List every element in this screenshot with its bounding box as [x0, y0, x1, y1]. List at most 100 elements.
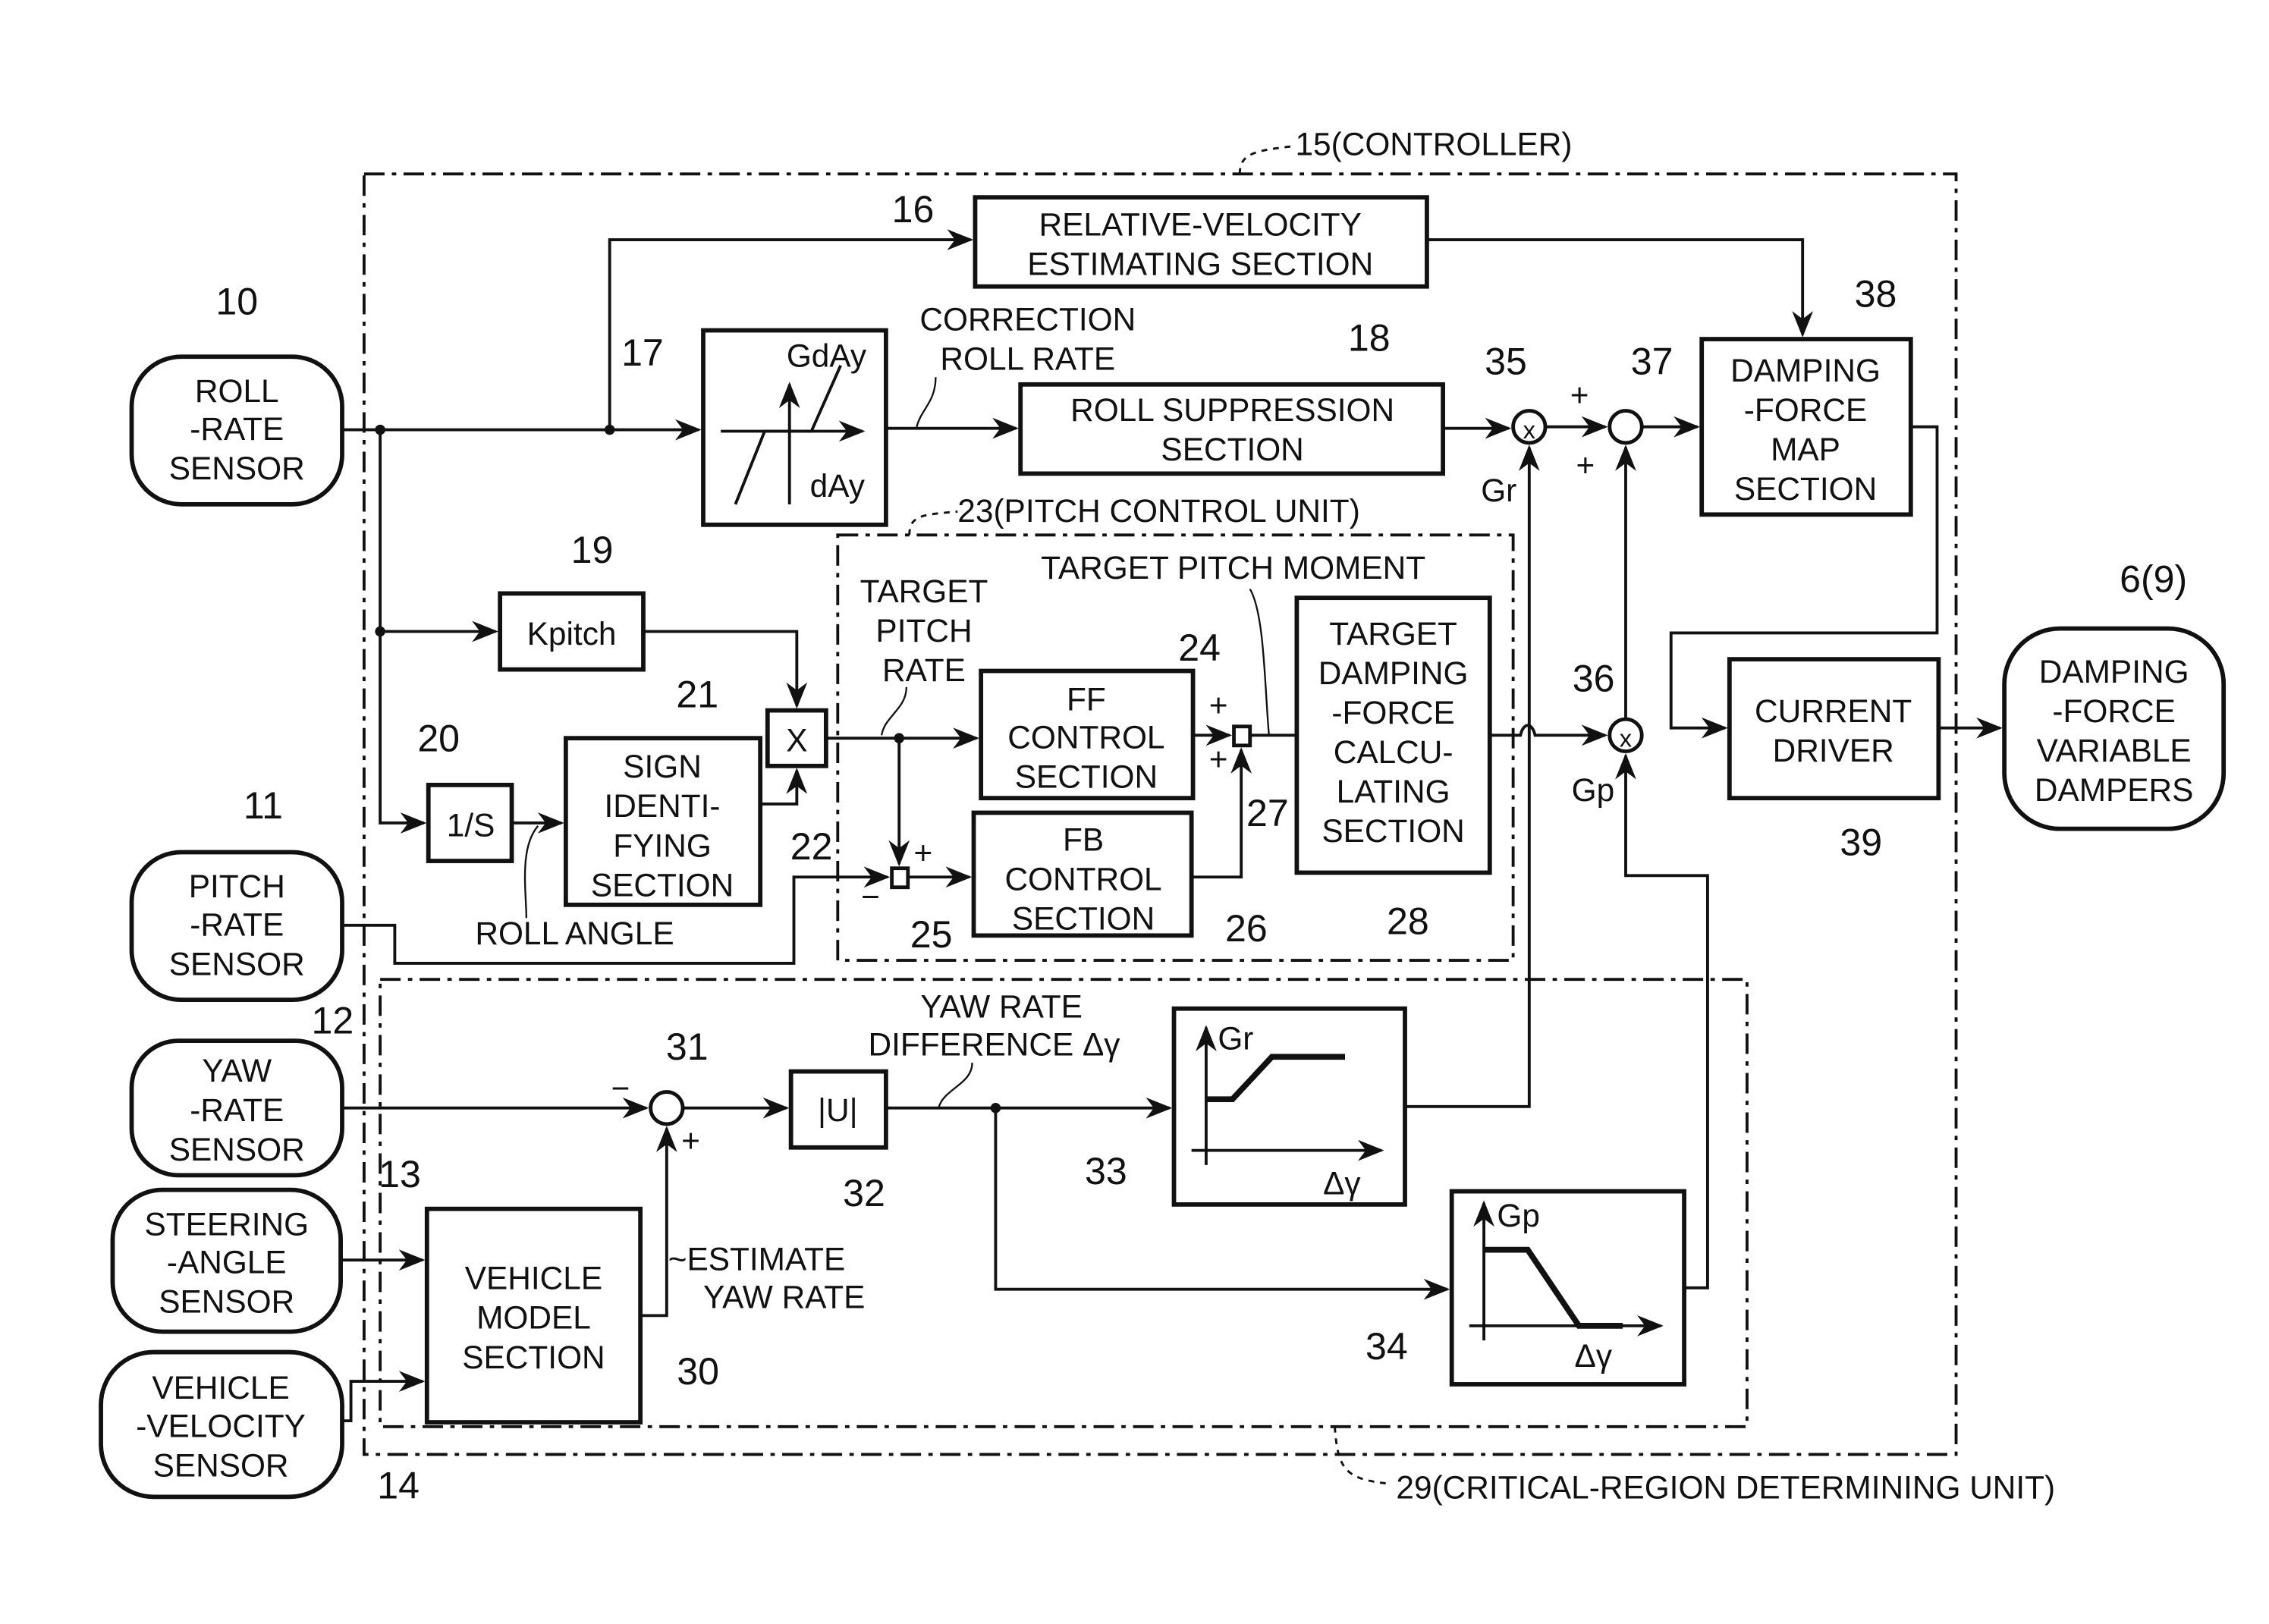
- svg-text:YAW: YAW: [202, 1053, 272, 1088]
- svg-text:SENSOR: SENSOR: [169, 1132, 305, 1167]
- svg-text:-VELOCITY: -VELOCITY: [136, 1408, 306, 1443]
- svg-text:-FORCE: -FORCE: [1331, 695, 1454, 730]
- svg-text:FYING: FYING: [613, 828, 711, 863]
- svg-text:Gr: Gr: [1481, 473, 1516, 508]
- svg-text:FF: FF: [1067, 682, 1106, 718]
- svg-text:-ANGLE: -ANGLE: [167, 1244, 287, 1280]
- svg-text:-RATE: -RATE: [190, 906, 284, 942]
- svg-text:13: 13: [379, 1153, 421, 1195]
- svg-text:SECTION: SECTION: [1012, 901, 1155, 937]
- yaw-rate-difference-label: YAW RATE: [920, 988, 1082, 1024]
- svg-text:26: 26: [1225, 907, 1268, 950]
- svg-text:Gr: Gr: [1218, 1021, 1253, 1057]
- svg-text:-RATE: -RATE: [190, 411, 284, 447]
- svg-text:Kpitch: Kpitch: [527, 616, 617, 652]
- estimate-yaw-rate-label: ~ESTIMATE: [668, 1242, 846, 1277]
- svg-text:VEHICLE: VEHICLE: [465, 1261, 602, 1296]
- svg-text:SENSOR: SENSOR: [159, 1284, 294, 1320]
- svg-text:TARGET: TARGET: [1329, 616, 1457, 652]
- roll-rate-sensor: ROLL -RATE SENSOR 10: [129, 280, 344, 507]
- svg-text:SECTION: SECTION: [1161, 432, 1303, 467]
- svg-text:22: 22: [790, 825, 833, 868]
- svg-text:+: +: [1209, 742, 1228, 777]
- svg-text:39: 39: [1840, 821, 1882, 863]
- svg-text:−: −: [611, 1070, 630, 1106]
- svg-text:SENSOR: SENSOR: [169, 946, 305, 982]
- pitch-rate-sensor: PITCH -RATE SENSOR 11: [129, 784, 344, 1003]
- svg-text:SIGN: SIGN: [623, 749, 702, 784]
- svg-text:SENSOR: SENSOR: [169, 451, 305, 486]
- svg-text:-FORCE: -FORCE: [1744, 392, 1867, 428]
- svg-text:CONTROL: CONTROL: [1004, 862, 1161, 897]
- svg-text:X: X: [786, 723, 807, 759]
- svg-text:+: +: [1209, 687, 1228, 723]
- svg-text:STEERING: STEERING: [144, 1206, 309, 1242]
- roll-angle-label: ROLL ANGLE: [475, 916, 674, 951]
- svg-text:SENSOR: SENSOR: [153, 1447, 289, 1483]
- svg-text:Δγ: Δγ: [1323, 1165, 1361, 1201]
- target-damping-force-calculating-section: TARGET DAMPING -FORCE CALCU- LATING SECT…: [1294, 595, 1492, 942]
- svg-text:+: +: [914, 835, 933, 871]
- svg-text:SECTION: SECTION: [591, 867, 734, 903]
- svg-text:VARIABLE: VARIABLE: [2037, 733, 2192, 768]
- kpitch-gain: Kpitch 19: [498, 529, 646, 672]
- svg-text:PITCH: PITCH: [189, 869, 285, 904]
- svg-text:37: 37: [1631, 340, 1673, 382]
- sign-identifying-section: SIGN IDENTI- FYING SECTION 21: [563, 674, 763, 907]
- svg-text:CONTROL: CONTROL: [1007, 720, 1164, 755]
- multiplier-block: X 22: [765, 708, 833, 868]
- svg-text:28: 28: [1387, 900, 1429, 942]
- svg-text:35: 35: [1485, 340, 1527, 382]
- svg-text:CALCU-: CALCU-: [1334, 734, 1453, 770]
- svg-text:17: 17: [621, 331, 664, 374]
- block-diagram: 15(CONTROLLER) 23(PITCH CONTROL UNIT) 29…: [99, 126, 2227, 1506]
- target-pitch-rate-label-3: RATE: [882, 652, 966, 688]
- svg-text:25: 25: [910, 913, 953, 956]
- correction-roll-rate-label: CORRECTION: [919, 302, 1136, 338]
- yaw-rate-sensor: YAW -RATE SENSOR 12: [129, 999, 354, 1178]
- svg-text:36: 36: [1573, 658, 1615, 700]
- svg-text:16: 16: [892, 188, 935, 231]
- svg-text:DRIVER: DRIVER: [1773, 733, 1894, 768]
- sum-node-37: 37 + +: [1570, 340, 1673, 483]
- svg-text:VEHICLE: VEHICLE: [152, 1370, 289, 1406]
- yaw-rate-difference-label-2: DIFFERENCE Δγ: [868, 1026, 1120, 1062]
- svg-text:18: 18: [1348, 317, 1391, 360]
- svg-text:27: 27: [1246, 792, 1289, 834]
- svg-text:Gp: Gp: [1572, 772, 1615, 808]
- svg-text:Δγ: Δγ: [1575, 1338, 1613, 1374]
- svg-text:|U|: |U|: [818, 1092, 858, 1128]
- svg-text:DAMPERS: DAMPERS: [2035, 772, 2194, 808]
- pitch-control-unit-label: 23(PITCH CONTROL UNIT): [957, 493, 1360, 529]
- svg-text:DAMPING: DAMPING: [1730, 353, 1881, 388]
- svg-text:ROLL SUPPRESSION: ROLL SUPPRESSION: [1070, 392, 1394, 428]
- sum-node-27: 27 + +: [1209, 687, 1289, 834]
- svg-text:SECTION: SECTION: [462, 1340, 605, 1375]
- svg-text:+: +: [1576, 448, 1595, 483]
- relative-velocity-estimating-section: RELATIVE-VELOCITY ESTIMATING SECTION 16: [892, 188, 1429, 289]
- svg-text:DAMPING: DAMPING: [2039, 654, 2189, 689]
- svg-text:+: +: [1570, 378, 1589, 413]
- svg-text:31: 31: [666, 1026, 709, 1068]
- svg-text:CURRENT: CURRENT: [1755, 693, 1912, 729]
- svg-text:+: +: [681, 1123, 700, 1159]
- svg-text:-FORCE: -FORCE: [2052, 693, 2175, 729]
- svg-text:SECTION: SECTION: [1321, 813, 1464, 849]
- svg-text:SECTION: SECTION: [1734, 471, 1877, 507]
- svg-text:32: 32: [843, 1172, 885, 1214]
- damping-force-map-section: DAMPING -FORCE MAP SECTION 38: [1699, 273, 1913, 517]
- absolute-value-block: |U| 32: [788, 1069, 888, 1214]
- critical-region-unit-label: 29(CRITICAL-REGION DETERMINING UNIT): [1396, 1469, 2055, 1505]
- integrator-block: 1/S 20: [417, 718, 514, 863]
- svg-text:20: 20: [417, 718, 460, 760]
- svg-text:x: x: [1620, 724, 1633, 752]
- svg-text:−: −: [861, 879, 880, 915]
- svg-text:IDENTI-: IDENTI-: [605, 788, 721, 824]
- svg-text:24: 24: [1178, 627, 1221, 669]
- svg-text:12: 12: [312, 999, 354, 1041]
- svg-text:-RATE: -RATE: [190, 1092, 284, 1128]
- svg-text:10: 10: [215, 280, 258, 322]
- sum-node-25: 25 + −: [861, 835, 952, 956]
- vehicle-velocity-sensor: VEHICLE -VELOCITY SENSOR 14: [99, 1349, 420, 1506]
- ff-control-section: FF CONTROL SECTION 24: [979, 627, 1221, 801]
